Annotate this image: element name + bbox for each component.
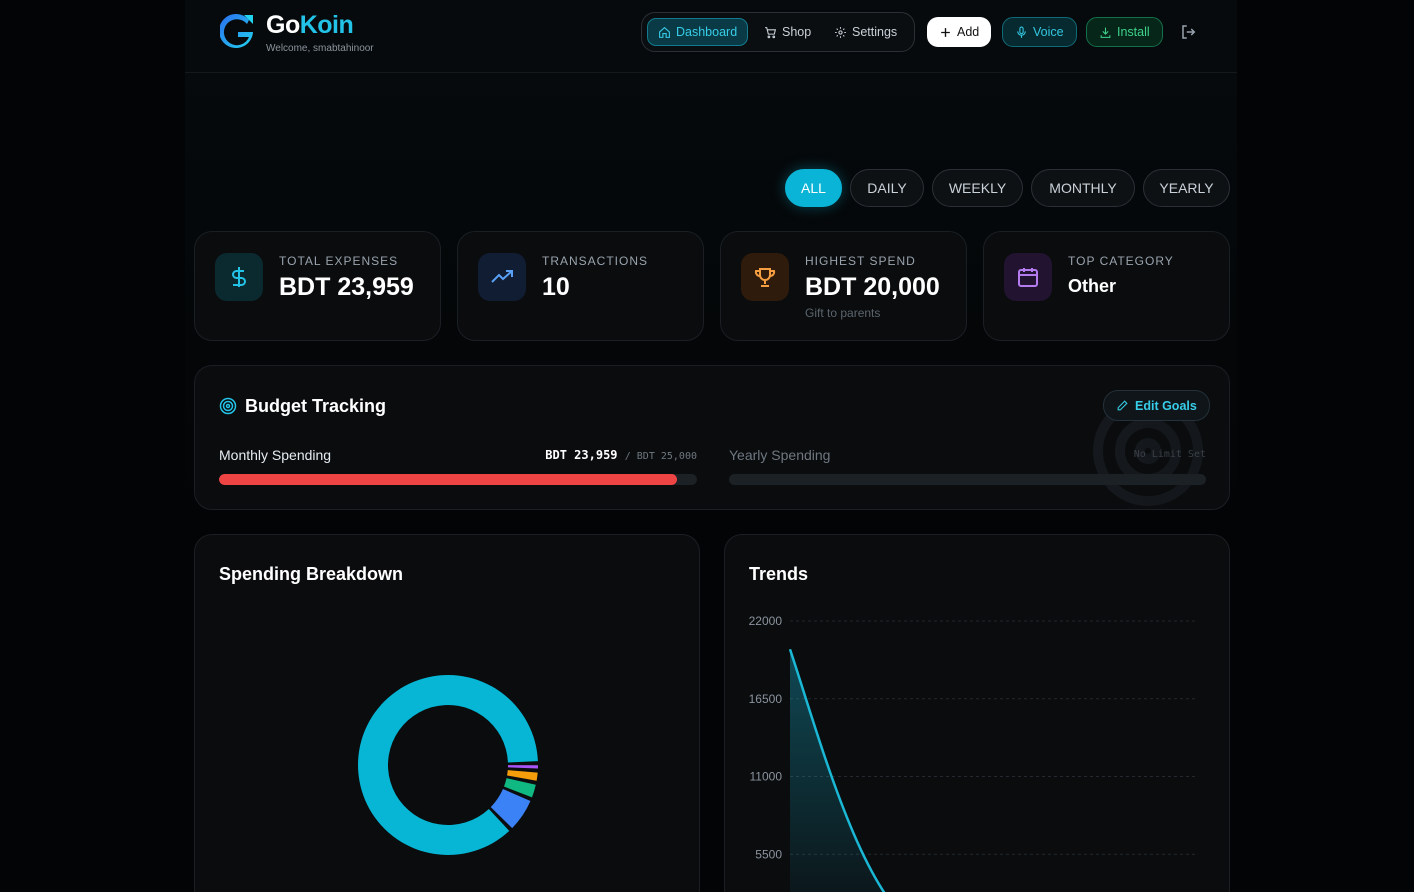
stat-label: TRANSACTIONS xyxy=(542,254,649,268)
y-tick-label: 11000 xyxy=(750,770,783,784)
nav-dashboard-label: Dashboard xyxy=(676,25,738,39)
spending-breakdown-card: Spending Breakdown xyxy=(194,534,700,892)
install-button-label: Install xyxy=(1117,25,1150,39)
trends-card: Trends 22000 16500 11000 5500 xyxy=(724,534,1230,892)
trending-up-icon xyxy=(478,253,526,301)
top-header: GoKoin Welcome, smabtahinoor Dashboard S… xyxy=(185,0,1237,73)
home-icon xyxy=(659,26,670,38)
microphone-icon xyxy=(1017,26,1026,38)
monthly-limit-value: / BDT 25,000 xyxy=(624,451,697,462)
nav-settings-label: Settings xyxy=(852,25,898,39)
voice-button[interactable]: Voice xyxy=(1002,17,1077,47)
stat-value: 10 xyxy=(542,273,570,301)
brand-name: GoKoin xyxy=(266,11,354,39)
cart-icon xyxy=(765,26,777,38)
stat-card-top-category: TOP CATEGORY Other xyxy=(983,231,1230,341)
budget-tracking-card: Budget Tracking Edit Goals Monthly Spend… xyxy=(194,365,1230,510)
stat-label: TOP CATEGORY xyxy=(1068,254,1174,268)
stat-label: HIGHEST SPEND xyxy=(805,254,916,268)
trophy-icon xyxy=(741,253,789,301)
gokoin-logo-icon xyxy=(220,14,253,48)
stat-value: BDT 23,959 xyxy=(279,273,414,301)
spending-donut-chart xyxy=(358,675,538,855)
trends-title: Trends xyxy=(749,564,809,584)
stat-value: Other xyxy=(1068,276,1117,296)
add-button-label: Add xyxy=(957,25,980,39)
filter-yearly[interactable]: YEARLY xyxy=(1143,169,1230,207)
pencil-icon xyxy=(1117,400,1128,411)
stat-card-transactions: TRANSACTIONS 10 xyxy=(457,231,704,341)
yearly-limit-status: No Limit Set xyxy=(1133,449,1206,460)
donut-slice[interactable] xyxy=(358,675,538,855)
welcome-text: Welcome, smabtahinoor xyxy=(266,43,374,54)
edit-goals-label: Edit Goals xyxy=(1135,398,1197,413)
yearly-progress-bar xyxy=(729,474,1206,485)
donut-slice[interactable] xyxy=(507,765,538,769)
plus-icon xyxy=(941,27,950,37)
gear-icon xyxy=(835,26,846,38)
nav-shop[interactable]: Shop xyxy=(754,18,821,46)
y-tick-label: 22000 xyxy=(749,614,783,628)
trend-area xyxy=(790,649,884,892)
stat-value: BDT 20,000 xyxy=(805,273,940,301)
y-tick-label: 16500 xyxy=(749,692,783,706)
nav-dashboard[interactable]: Dashboard xyxy=(647,18,749,46)
logout-icon[interactable] xyxy=(1180,23,1198,41)
dollar-icon xyxy=(215,253,263,301)
donut-slice[interactable] xyxy=(507,770,538,781)
monthly-progress-fill xyxy=(219,474,677,485)
download-icon xyxy=(1100,27,1111,38)
filter-weekly[interactable]: WEEKLY xyxy=(932,169,1023,207)
stat-card-total-expenses: TOTAL EXPENSES BDT 23,959 xyxy=(194,231,441,341)
monthly-progress-bar xyxy=(219,474,697,485)
main-nav: Dashboard Shop Settings xyxy=(641,12,915,52)
install-button[interactable]: Install xyxy=(1086,17,1163,47)
nav-shop-label: Shop xyxy=(782,25,812,39)
target-icon xyxy=(219,397,237,415)
breakdown-title: Spending Breakdown xyxy=(219,564,404,584)
filter-all[interactable]: ALL xyxy=(785,169,842,207)
monthly-spending-label: Monthly Spending xyxy=(219,447,332,463)
stat-label: TOTAL EXPENSES xyxy=(279,254,399,268)
stat-subtext: Gift to parents xyxy=(805,306,881,320)
monthly-amount-value: BDT 23,959 xyxy=(545,448,618,462)
calendar-icon xyxy=(1004,253,1052,301)
add-button[interactable]: Add xyxy=(927,17,992,47)
budget-title: Budget Tracking xyxy=(245,396,387,416)
nav-settings[interactable]: Settings xyxy=(824,18,907,46)
monthly-spending-amount: BDT 23,959 / BDT 25,000 xyxy=(536,448,697,462)
edit-goals-button[interactable]: Edit Goals xyxy=(1103,390,1210,421)
filter-daily[interactable]: DAILY xyxy=(850,169,924,207)
filter-monthly[interactable]: MONTHLY xyxy=(1031,169,1135,207)
y-tick-label: 5500 xyxy=(755,847,782,861)
trends-area-chart: 22000 16500 11000 5500 xyxy=(749,614,1195,892)
yearly-spending-label: Yearly Spending xyxy=(729,447,831,463)
stat-card-highest-spend: HIGHEST SPEND BDT 20,000 Gift to parents xyxy=(720,231,967,341)
voice-button-label: Voice xyxy=(1033,25,1064,39)
